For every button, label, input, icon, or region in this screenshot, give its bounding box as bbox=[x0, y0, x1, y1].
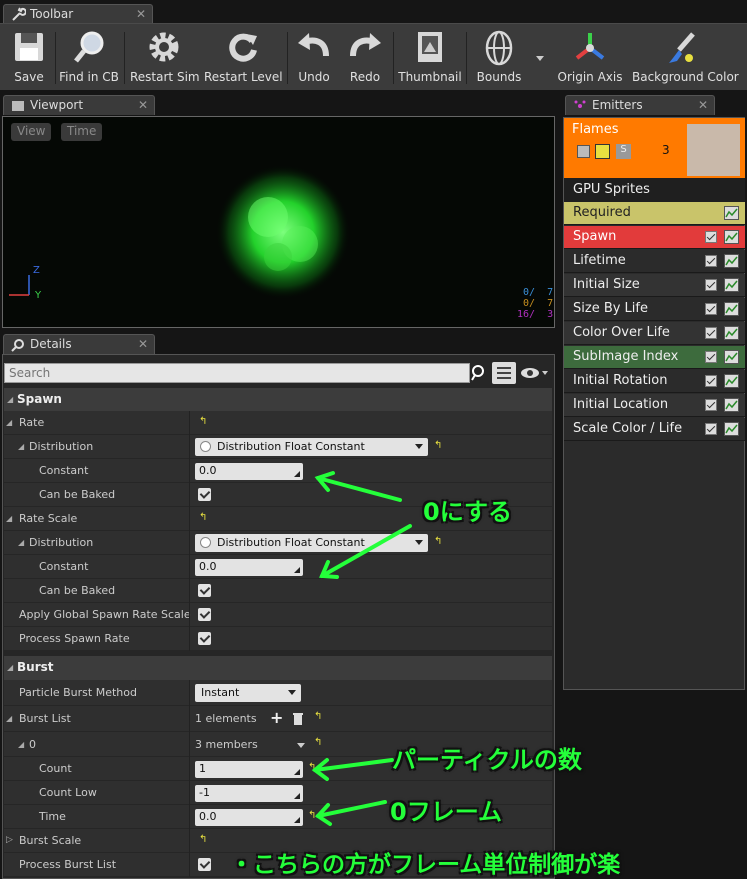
annotation-arrows bbox=[311, 471, 412, 826]
annotation-zero-frame: 0フレーム bbox=[390, 798, 502, 826]
annotation-particle-count: パーティクルの数 bbox=[392, 746, 582, 774]
annotation-frame-control: ・こちらの方がフレーム単位制御が楽 bbox=[230, 852, 621, 878]
annotation-set-zero: 0にする bbox=[423, 498, 512, 526]
